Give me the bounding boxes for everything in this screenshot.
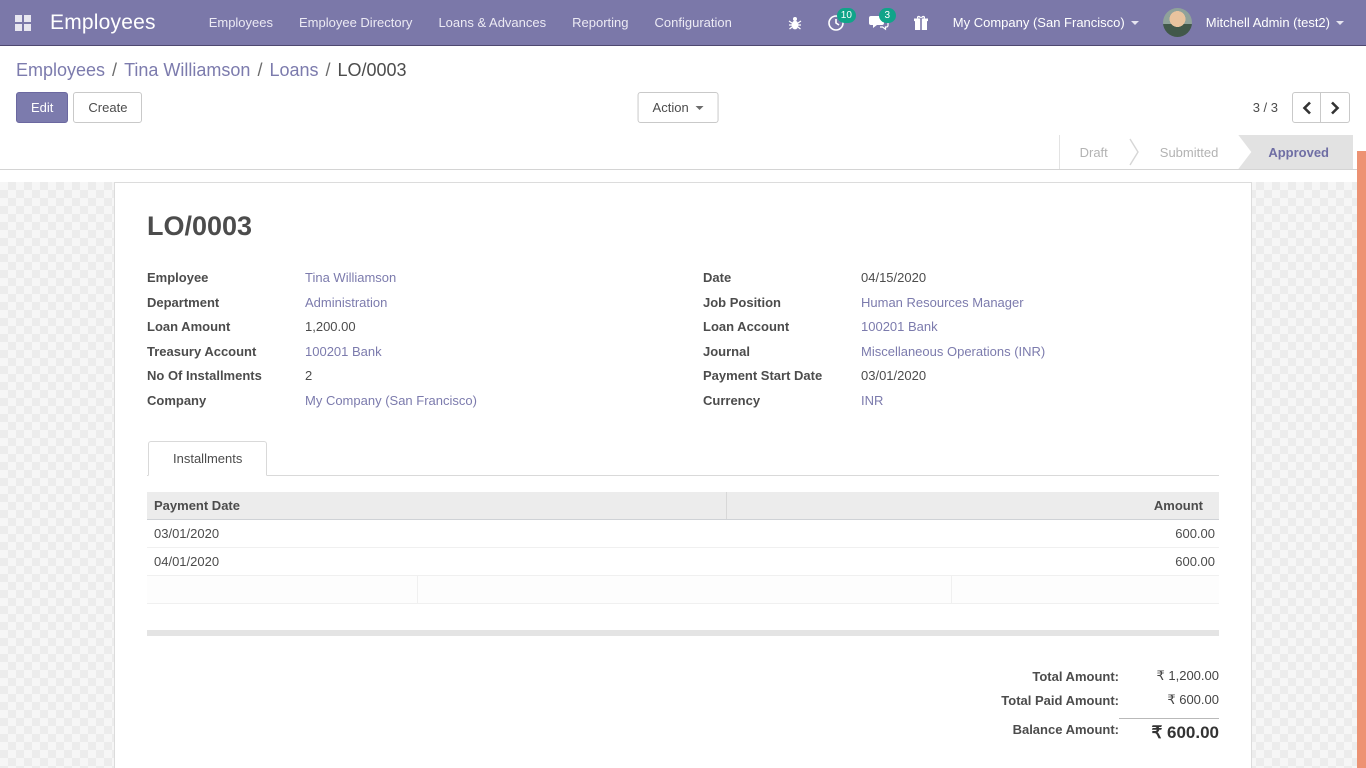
field-column-left: EmployeeTina Williamson DepartmentAdmini… (147, 268, 663, 415)
user-menu[interactable]: Mitchell Admin (test2) (1151, 0, 1356, 46)
activities-badge: 10 (837, 8, 856, 23)
field-label-employee: Employee (147, 268, 305, 285)
menu-reporting[interactable]: Reporting (559, 0, 641, 46)
menu-configuration[interactable]: Configuration (642, 0, 745, 46)
pager: 3 / 3 (1253, 92, 1350, 123)
pager-next-button[interactable] (1321, 92, 1350, 123)
menu-loans-advances[interactable]: Loans & Advances (425, 0, 559, 46)
installments-list: Payment Date Amount 03/01/2020 600.00 04… (147, 492, 1219, 636)
gift-icon[interactable] (901, 0, 941, 46)
user-avatar (1163, 8, 1192, 37)
messages-chat-icon[interactable]: 3 (857, 0, 901, 46)
breadcrumb-current: LO/0003 (338, 60, 407, 80)
breadcrumb-loans[interactable]: Loans (269, 60, 318, 80)
record-title: LO/0003 (147, 211, 1219, 242)
apps-menu-icon[interactable] (0, 0, 46, 46)
cell-payment-date: 04/01/2020 (147, 548, 727, 575)
column-header-payment-date[interactable]: Payment Date (147, 492, 727, 519)
total-paid-amount-label: Total Paid Amount: (1001, 693, 1119, 708)
breadcrumb-employees[interactable]: Employees (16, 60, 105, 80)
field-value-department[interactable]: Administration (305, 293, 663, 311)
action-dropdown-button[interactable]: Action (638, 92, 719, 123)
total-amount-label: Total Amount: (1032, 669, 1119, 684)
field-label-date: Date (703, 268, 861, 285)
cell-payment-date: 03/01/2020 (147, 520, 727, 547)
field-value-installments-count: 2 (305, 366, 663, 384)
field-value-payment-start-date: 03/01/2020 (861, 366, 1219, 384)
status-widget: Draft Submitted Approved (1059, 135, 1353, 169)
app-brand[interactable]: Employees (50, 11, 156, 35)
control-panel-buttons: Edit Create Action 3 / 3 (16, 92, 1350, 123)
content-area: LO/0003 EmployeeTina Williamson Departme… (0, 182, 1366, 768)
pager-previous-button[interactable] (1292, 92, 1321, 123)
field-label-loan-account: Loan Account (703, 317, 861, 334)
field-label-payment-start-date: Payment Start Date (703, 366, 861, 383)
balance-amount-label: Balance Amount: (1013, 722, 1119, 737)
list-row[interactable]: 04/01/2020 600.00 (147, 548, 1219, 576)
systray: 10 3 My Company (San Francisco) Mitchell… (775, 0, 1366, 46)
status-approved[interactable]: Approved (1238, 135, 1353, 169)
breadcrumb: Employees/Tina Williamson/Loans/LO/0003 (16, 60, 1350, 81)
notebook: Installments Payment Date Amount 03/01/2… (147, 441, 1219, 751)
chevron-down-icon (696, 106, 704, 110)
field-label-job-position: Job Position (703, 293, 861, 310)
list-footer-band (147, 630, 1219, 636)
menu-employee-directory[interactable]: Employee Directory (286, 0, 425, 46)
totals-block: Total Amount: ₹ 1,200.00 Total Paid Amou… (147, 668, 1219, 751)
field-label-loan-amount: Loan Amount (147, 317, 305, 334)
field-value-loan-amount: 1,200.00 (305, 317, 663, 335)
field-value-job-position[interactable]: Human Resources Manager (861, 293, 1219, 311)
status-draft[interactable]: Draft (1060, 135, 1128, 169)
cell-amount: 600.00 (727, 520, 1219, 547)
list-header: Payment Date Amount (147, 492, 1219, 520)
user-name: Mitchell Admin (test2) (1206, 15, 1330, 30)
messages-badge: 3 (879, 8, 896, 23)
pager-count: 3 / 3 (1253, 100, 1278, 115)
menu-employees[interactable]: Employees (196, 0, 286, 46)
status-arrow-icon (1128, 137, 1140, 167)
create-button[interactable]: Create (73, 92, 142, 123)
field-label-department: Department (147, 293, 305, 310)
balance-amount-value: ₹ 600.00 (1119, 718, 1219, 743)
top-navbar: Employees Employees Employee Directory L… (0, 0, 1366, 46)
company-switcher[interactable]: My Company (San Francisco) (941, 0, 1151, 46)
chevron-down-icon (1336, 21, 1344, 25)
field-column-right: Date04/15/2020 Job PositionHuman Resourc… (703, 268, 1219, 415)
field-label-company: Company (147, 391, 305, 408)
control-panel: Employees/Tina Williamson/Loans/LO/0003 … (0, 46, 1366, 135)
cell-amount: 600.00 (727, 548, 1219, 575)
field-value-employee[interactable]: Tina Williamson (305, 268, 663, 286)
chevron-down-icon (1131, 21, 1139, 25)
list-row[interactable]: 03/01/2020 600.00 (147, 520, 1219, 548)
field-value-loan-account[interactable]: 100201 Bank (861, 317, 1219, 335)
activities-clock-icon[interactable]: 10 (815, 0, 857, 46)
total-paid-amount-value: ₹ 600.00 (1119, 692, 1219, 708)
tab-bar: Installments (147, 441, 1219, 476)
edit-button[interactable]: Edit (16, 92, 68, 123)
column-header-amount[interactable]: Amount (727, 492, 1219, 519)
statusbar: Draft Submitted Approved (0, 135, 1366, 170)
field-label-installments-count: No Of Installments (147, 366, 305, 383)
form-sheet: LO/0003 EmployeeTina Williamson Departme… (114, 182, 1252, 768)
main-menu: Employees Employee Directory Loans & Adv… (196, 0, 745, 46)
field-label-journal: Journal (703, 342, 861, 359)
empty-row (147, 604, 1219, 630)
field-value-journal[interactable]: Miscellaneous Operations (INR) (861, 342, 1219, 360)
total-amount-value: ₹ 1,200.00 (1119, 668, 1219, 684)
field-label-treasury-account: Treasury Account (147, 342, 305, 359)
field-value-treasury-account[interactable]: 100201 Bank (305, 342, 663, 360)
field-value-date: 04/15/2020 (861, 268, 1219, 286)
field-value-currency[interactable]: INR (861, 391, 1219, 409)
empty-row (147, 576, 1219, 604)
field-groups: EmployeeTina Williamson DepartmentAdmini… (147, 268, 1219, 415)
tab-installments[interactable]: Installments (148, 441, 267, 476)
vertical-scrollbar[interactable] (1357, 151, 1366, 768)
breadcrumb-tina-williamson[interactable]: Tina Williamson (124, 60, 250, 80)
field-value-company[interactable]: My Company (San Francisco) (305, 391, 663, 409)
debug-bug-icon[interactable] (775, 0, 815, 46)
status-submitted[interactable]: Submitted (1140, 135, 1239, 169)
field-label-currency: Currency (703, 391, 861, 408)
